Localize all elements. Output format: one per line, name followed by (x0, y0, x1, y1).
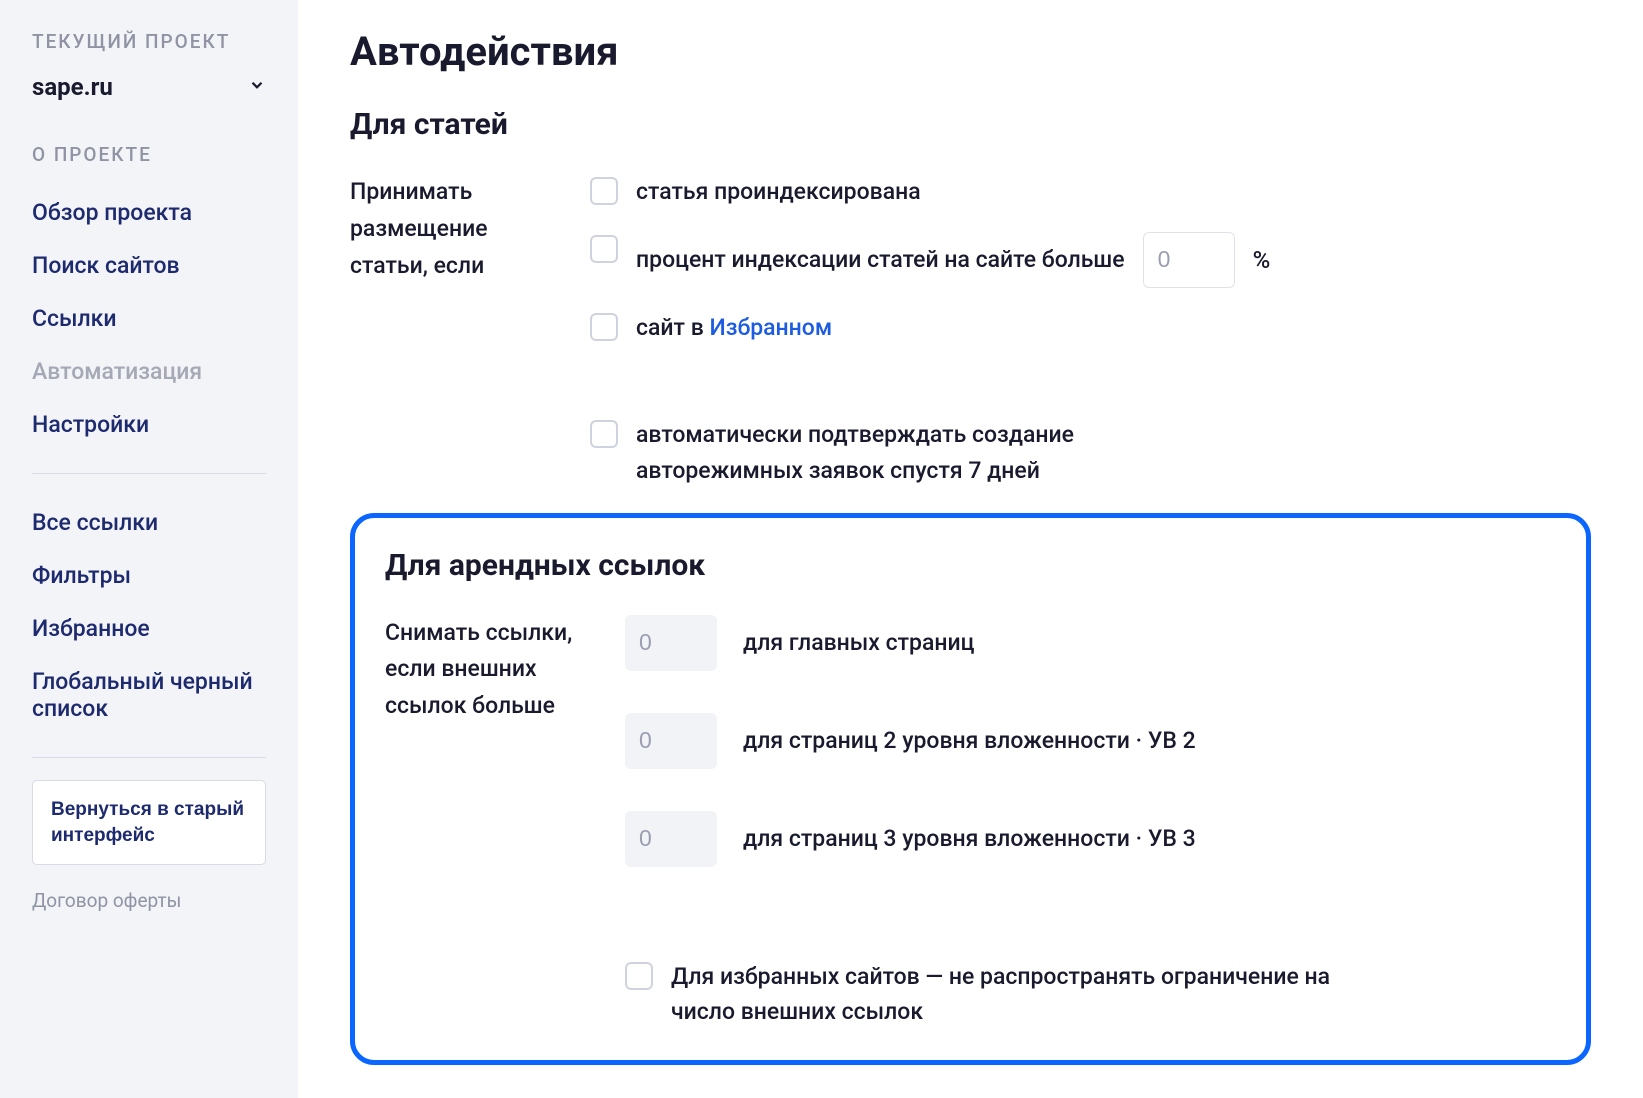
favorites-link[interactable]: Избранном (709, 314, 832, 341)
sidebar-item-site-search[interactable]: Поиск сайтов (32, 239, 266, 292)
sidebar-label-about-project: О ПРОЕКТЕ (32, 143, 266, 166)
sidebar-nav-about: Обзор проекта Поиск сайтов Ссылки Автома… (32, 186, 266, 451)
rental-links-highlight-box: Для арендных ссылок Снимать ссылки, если… (350, 513, 1591, 1065)
checkbox-row-indexed: статья проиндексирована (590, 174, 1591, 210)
sidebar-item-links[interactable]: Ссылки (32, 292, 266, 345)
project-selector[interactable]: sape.ru (32, 73, 266, 101)
checkbox-row-favorites: сайт в Избранном (590, 310, 1591, 346)
rental-input-lvl2[interactable] (625, 713, 717, 769)
sidebar-item-settings[interactable]: Настройки (32, 398, 266, 451)
sidebar-item-all-links[interactable]: Все ссылки (32, 496, 266, 549)
rental-remove-controls: для главных страниц для страниц 2 уровня… (625, 615, 1556, 1030)
section-heading-rental: Для арендных ссылок (385, 548, 1556, 583)
section-heading-articles: Для статей (350, 107, 1591, 142)
articles-accept-label: Принимать размещение статьи, если (350, 174, 550, 489)
checkbox-row-percent: процент индексации статей на сайте больш… (590, 232, 1591, 288)
sidebar-item-favorites[interactable]: Избранное (32, 602, 266, 655)
checkbox-index-percent-label: процент индексации статей на сайте больш… (636, 242, 1125, 278)
sidebar-divider (32, 473, 266, 474)
chevron-down-icon (248, 76, 266, 98)
checkbox-row-favorites-exempt: Для избранных сайтов — не распространять… (625, 959, 1556, 1030)
rental-suffix-main: для главных страниц (743, 629, 974, 656)
main-content: Автодействия Для статей Принимать размещ… (298, 0, 1643, 1098)
checkbox-article-indexed[interactable] (590, 177, 618, 205)
index-percent-input[interactable] (1143, 232, 1235, 288)
rental-suffix-lvl3: для страниц 3 уровня вложенности · УВ 3 (743, 825, 1196, 852)
rental-input-lvl3[interactable] (625, 811, 717, 867)
checkbox-autoconfirm[interactable] (590, 420, 618, 448)
checkbox-row-autoconfirm: автоматически подтверждать создание авто… (590, 417, 1591, 488)
checkbox-autoconfirm-label: автоматически подтверждать создание авто… (636, 417, 1196, 488)
checkbox-article-indexed-label: статья проиндексирована (636, 174, 921, 210)
sidebar-item-overview[interactable]: Обзор проекта (32, 186, 266, 239)
rental-row-main: для главных страниц (625, 615, 1556, 671)
legacy-interface-button[interactable]: Вернуться в старый интерфейс (32, 780, 266, 865)
sidebar-footer-offer-link[interactable]: Договор оферты (32, 889, 266, 912)
articles-accept-block: Принимать размещение статьи, если статья… (350, 174, 1591, 489)
percent-sign: % (1253, 246, 1271, 274)
checkbox-site-favorites[interactable] (590, 313, 618, 341)
checkbox-favorites-exempt[interactable] (625, 962, 653, 990)
percent-controls: процент индексации статей на сайте больш… (636, 232, 1270, 288)
checkbox-site-favorites-label: сайт в Избранном (636, 310, 832, 346)
rental-row-lvl3: для страниц 3 уровня вложенности · УВ 3 (625, 811, 1556, 867)
rental-remove-block: Снимать ссылки, если внешних ссылок боль… (385, 615, 1556, 1030)
project-selector-name: sape.ru (32, 73, 113, 101)
checkbox-favorites-exempt-label: Для избранных сайтов — не распространять… (671, 959, 1351, 1030)
sidebar-divider (32, 757, 266, 758)
page-title: Автодействия (350, 28, 1591, 75)
sidebar-item-blacklist[interactable]: Глобальный черный список (32, 655, 266, 735)
rental-suffix-lvl2: для страниц 2 уровня вложенности · УВ 2 (743, 727, 1196, 754)
sidebar-label-current-project: ТЕКУЩИЙ ПРОЕКТ (32, 30, 266, 53)
rental-input-main[interactable] (625, 615, 717, 671)
rental-remove-label: Снимать ссылки, если внешних ссылок боль… (385, 615, 585, 1030)
rental-row-lvl2: для страниц 2 уровня вложенности · УВ 2 (625, 713, 1556, 769)
articles-accept-controls: статья проиндексирована процент индексац… (590, 174, 1591, 489)
sidebar-item-filters[interactable]: Фильтры (32, 549, 266, 602)
checkbox-index-percent[interactable] (590, 235, 618, 263)
sidebar-nav-links: Все ссылки Фильтры Избранное Глобальный … (32, 496, 266, 735)
sidebar: ТЕКУЩИЙ ПРОЕКТ sape.ru О ПРОЕКТЕ Обзор п… (0, 0, 298, 1098)
sidebar-item-automation[interactable]: Автоматизация (32, 345, 266, 398)
